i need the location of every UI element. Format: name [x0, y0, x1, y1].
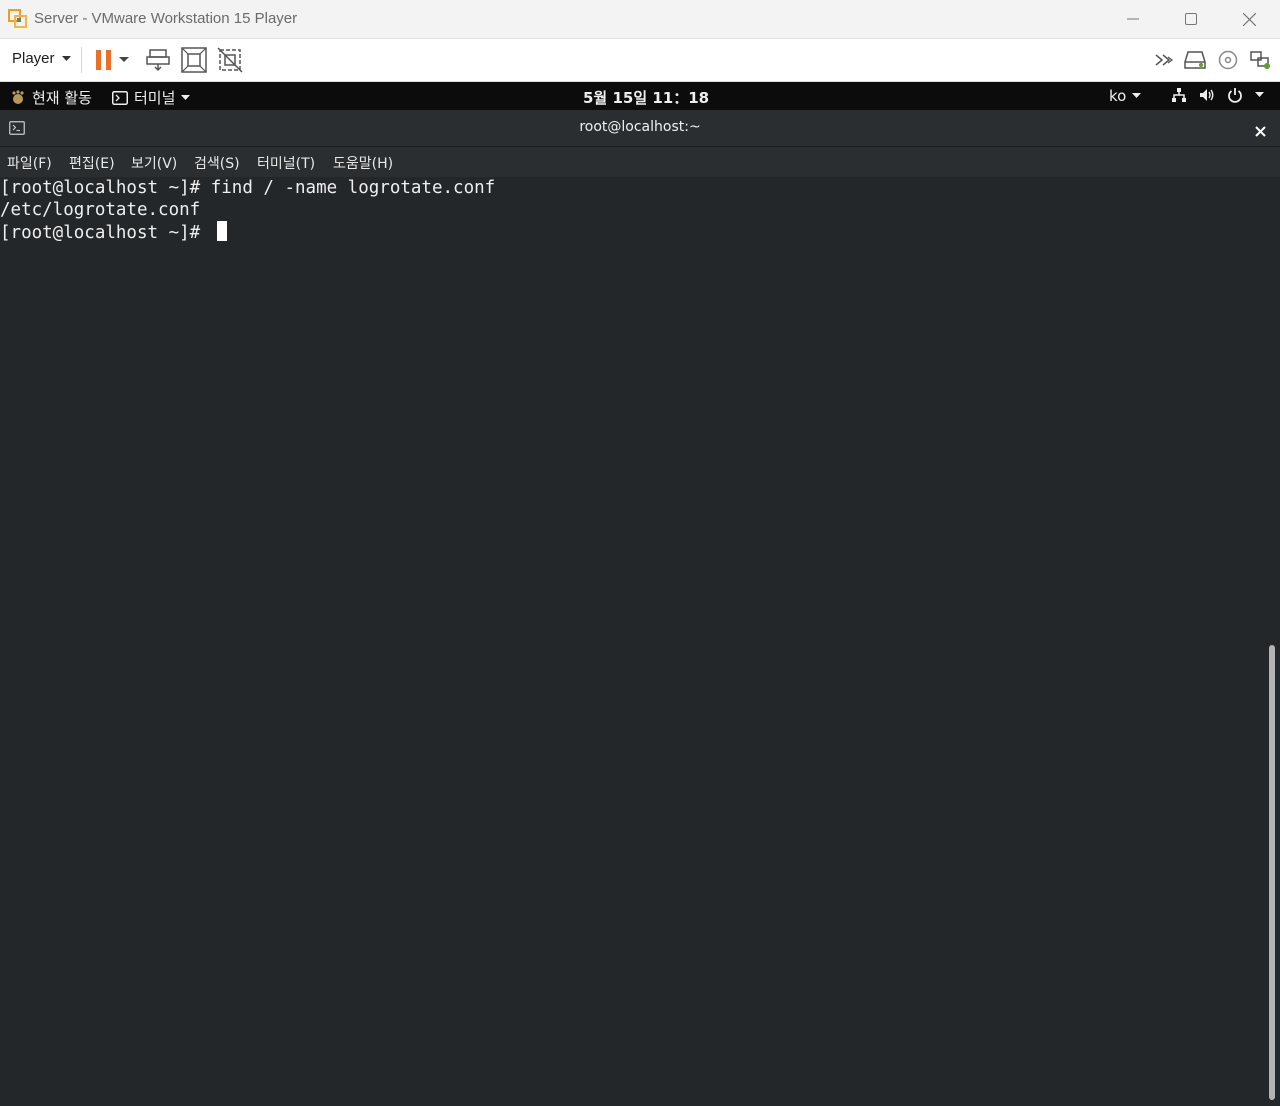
input-method-menu[interactable]: ko: [1109, 87, 1142, 105]
maximize-icon: [1185, 13, 1197, 25]
network-adapter-icon: [1250, 51, 1270, 69]
power-icon: [1228, 88, 1242, 103]
network-wired-icon: [1172, 88, 1186, 102]
clock[interactable]: 5월 15일 11：18: [583, 87, 709, 108]
menu-view[interactable]: 보기(V): [131, 153, 177, 173]
send-ctrl-alt-del-icon: [146, 49, 170, 72]
cd-dvd-icon: [1218, 50, 1238, 70]
close-button[interactable]: [1220, 0, 1278, 38]
more-devices-button[interactable]: [1151, 46, 1179, 74]
window-title: Server - VMware Workstation 15 Player: [34, 10, 298, 27]
pause-button[interactable]: [90, 46, 118, 74]
system-menu[interactable]: [1171, 87, 1264, 103]
unity-button[interactable]: [216, 46, 244, 74]
terminal-menubar: 파일(F) 편집(E) 보기(V) 검색(S) 터미널(T) 도움말(H): [0, 147, 1280, 177]
clock-text: 5월 15일 11：18: [583, 89, 710, 107]
vmware-app-icon: [8, 9, 28, 29]
close-icon: [1255, 126, 1266, 137]
activities-label: 현재 활동: [32, 89, 92, 107]
terminal-prompt-line: [root@localhost ~]#: [0, 221, 227, 243]
power-options-dropdown[interactable]: [115, 46, 133, 74]
app-menu-label: 터미널: [134, 89, 176, 107]
menu-terminal[interactable]: 터미널(T): [257, 153, 315, 173]
app-menu-terminal[interactable]: 터미널: [112, 87, 191, 108]
hard-disk-icon: [1184, 51, 1206, 69]
full-screen-icon: [181, 47, 207, 73]
chevron-down-icon: [61, 55, 71, 61]
gnome-foot-icon: [12, 89, 24, 104]
menu-help[interactable]: 도움말(H): [333, 153, 393, 173]
vmware-toolbar: Player: [0, 39, 1280, 82]
terminal-header-bar: root@localhost:~: [0, 110, 1280, 147]
network-adapter-button[interactable]: [1247, 46, 1275, 74]
text-cursor: [216, 221, 227, 241]
full-screen-button[interactable]: [180, 46, 208, 74]
terminal-line: [root@localhost ~]# find / -name logrota…: [0, 178, 496, 198]
terminal-close-button[interactable]: [1255, 122, 1266, 141]
minimize-button[interactable]: [1104, 0, 1162, 38]
menu-search[interactable]: 검색(S): [194, 153, 240, 173]
chevron-down-icon: [1255, 92, 1264, 97]
cd-dvd-button[interactable]: [1214, 46, 1242, 74]
terminal-line: /etc/logrotate.conf: [0, 200, 201, 220]
terminal-title: root@localhost:~: [579, 119, 701, 135]
chevron-down-icon: [181, 94, 191, 100]
pause-icon: [96, 50, 111, 70]
dropdown-arrow-icon: [119, 57, 129, 62]
menu-file[interactable]: 파일(F): [7, 153, 52, 173]
activities-button[interactable]: 현재 활동: [10, 87, 92, 108]
terminal-app-icon: [112, 90, 128, 105]
window-title-bar: Server - VMware Workstation 15 Player: [0, 0, 1280, 39]
menu-edit[interactable]: 편집(E): [69, 153, 115, 173]
player-menu-button[interactable]: Player: [12, 50, 71, 67]
chevron-down-icon: [1132, 93, 1142, 98]
terminal-scrollbar-thumb[interactable]: [1269, 645, 1275, 1100]
player-menu-label: Player: [12, 50, 55, 67]
terminal-output[interactable]: [root@localhost ~]# find / -name logrota…: [0, 177, 1266, 1106]
input-method-label: ko: [1109, 87, 1127, 105]
close-icon: [1242, 12, 1256, 26]
maximize-button[interactable]: [1162, 0, 1220, 38]
more-devices-icon: [1155, 54, 1173, 66]
unity-icon: [217, 47, 243, 73]
gnome-top-bar: 현재 활동 터미널 5월 15일 11：18 ko: [0, 82, 1280, 110]
hard-disk-button[interactable]: [1181, 46, 1209, 74]
terminal-prompt: [root@localhost ~]#: [0, 223, 211, 243]
volume-icon: [1200, 89, 1214, 101]
send-ctrl-alt-del-button[interactable]: [144, 46, 172, 74]
toolbar-divider: [81, 47, 82, 73]
minimize-icon: [1127, 18, 1139, 20]
